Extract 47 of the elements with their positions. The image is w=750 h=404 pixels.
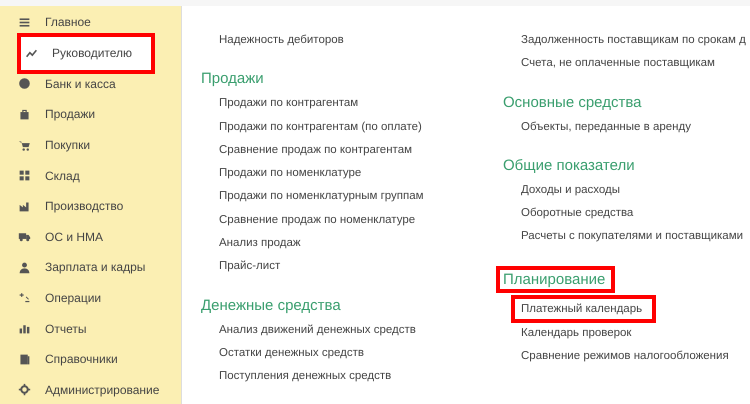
grid-icon [18, 169, 31, 182]
report-link[interactable]: Надежность дебиторов [201, 32, 503, 56]
sidebar-item[interactable]: Зарплата и кадры [0, 252, 181, 283]
sidebar-item[interactable]: Продажи [0, 99, 181, 130]
report-link[interactable]: Счета, не оплаченные поставщикам [503, 55, 746, 79]
report-link[interactable]: Продажи по номенклатурным группам [201, 188, 503, 212]
person-icon [18, 260, 31, 274]
sidebar-item[interactable]: Операции [0, 282, 181, 314]
bag-icon [18, 108, 31, 121]
sidebar-item[interactable]: Отчеты [0, 313, 181, 344]
menu-icon [18, 16, 31, 29]
sidebar-item[interactable]: Руководителю [17, 32, 155, 74]
report-link[interactable]: Продажи по номенклатуре [201, 165, 503, 188]
report-link[interactable]: Платежный календарь [511, 294, 656, 323]
sidebar-item[interactable]: Склад [0, 160, 181, 191]
cart-icon [18, 138, 31, 152]
section-heading: Общие показатели [503, 156, 636, 174]
report-link[interactable]: Анализ продаж [201, 235, 503, 258]
trend-line-icon [25, 46, 38, 60]
debit-credit-icon [18, 292, 31, 305]
report-link[interactable]: Остатки денежных средств [201, 344, 503, 368]
report-link[interactable]: Продажи по контрагентам [201, 95, 503, 119]
section-heading: Планирование [496, 266, 616, 293]
report-link[interactable]: Продажи по контрагентам (по оплате) [201, 118, 503, 142]
sidebar-item[interactable]: Справочники [0, 344, 181, 375]
book-icon [18, 352, 31, 366]
section-heading: Основные средства [503, 94, 642, 111]
report-link[interactable]: Объекты, переданные в аренду [503, 118, 746, 142]
sidebar-item[interactable]: Производство [0, 190, 181, 222]
section-heading: Денежные средства [201, 296, 342, 314]
coin-icon [18, 77, 31, 90]
sidebar-item[interactable]: Покупки [0, 130, 181, 160]
section-heading: Продажи [201, 70, 265, 88]
settings-icon [18, 383, 31, 396]
report-link[interactable]: Задолженность поставщикам по срокам д [503, 32, 746, 56]
report-link[interactable]: Доходы и расходы [503, 182, 746, 206]
report-link[interactable]: Сравнение продаж по номенклатуре [201, 212, 503, 236]
sidebar-item[interactable]: ОС и НМА [0, 222, 181, 252]
report-link[interactable]: Оборотные средства [503, 205, 746, 228]
report-link[interactable]: Поступления денежных средств [201, 368, 503, 392]
sidebar-item[interactable]: Администрирование [0, 374, 181, 404]
report-link[interactable]: Сравнение режимов налогообложения [503, 348, 746, 372]
factory-icon [18, 200, 31, 213]
report-link[interactable]: Календарь проверок [503, 324, 746, 348]
report-link[interactable]: Анализ движений денежных средств [201, 322, 503, 345]
report-link[interactable]: Сравнение продаж по контрагентам [201, 142, 503, 166]
report-link[interactable]: Расчеты с покупателями и поставщиками [503, 228, 746, 252]
